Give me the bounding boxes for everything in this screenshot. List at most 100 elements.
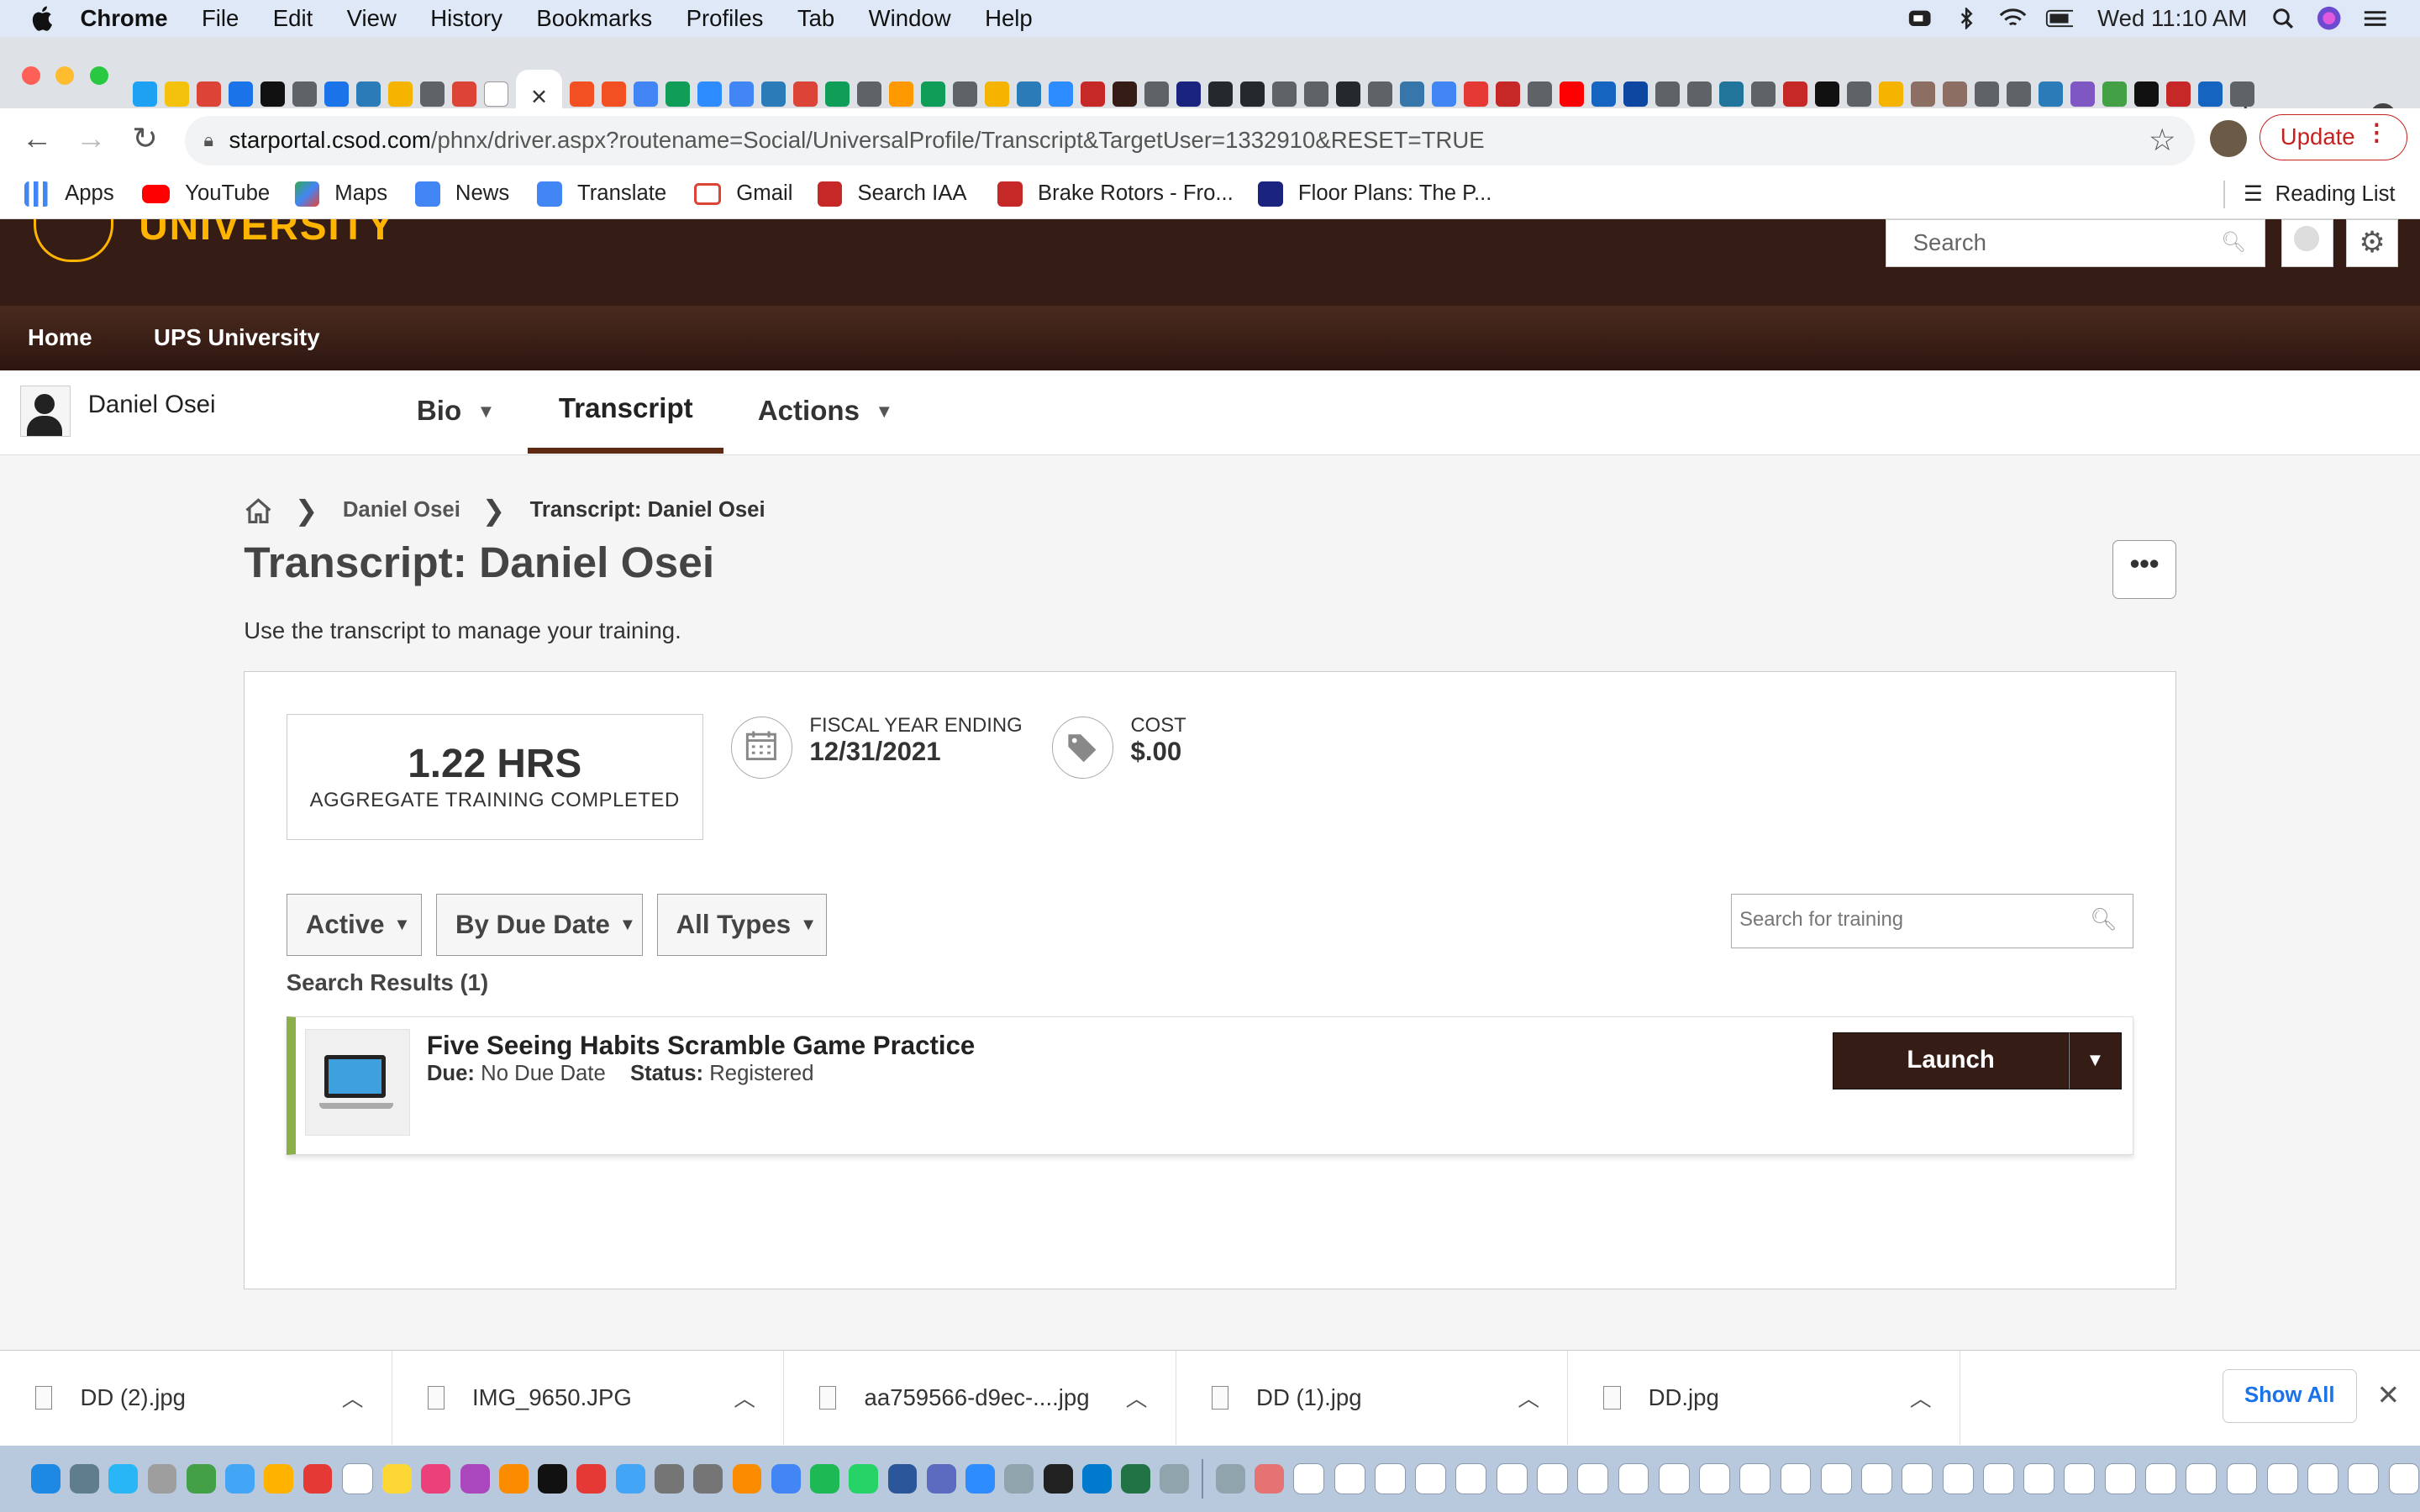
search-icon[interactable]: 🔍︎ (2221, 220, 2246, 265)
tab-favicon[interactable] (1335, 81, 1361, 107)
menu-view[interactable]: View (347, 5, 397, 32)
training-search-input[interactable]: Search for training 🔍︎ (1730, 894, 2134, 948)
dock-app-icon[interactable] (2064, 1463, 2096, 1494)
tab-favicon[interactable] (1080, 81, 1106, 107)
chevron-up-icon[interactable]: ︿ (1910, 1382, 1932, 1413)
dock-app-icon[interactable] (810, 1464, 839, 1494)
tab-favicon[interactable] (132, 81, 158, 107)
dock-app-icon[interactable] (732, 1464, 762, 1494)
chevron-up-icon[interactable]: ︿ (342, 1382, 364, 1413)
dock-app-icon[interactable] (302, 1464, 333, 1494)
tab-favicon[interactable] (355, 81, 381, 107)
dock-app-icon[interactable] (108, 1464, 139, 1494)
dock-app-icon[interactable] (2186, 1463, 2217, 1494)
dock-app-icon[interactable] (460, 1464, 490, 1494)
tab-favicon[interactable] (419, 81, 445, 107)
zoom-status-icon[interactable] (1907, 8, 1934, 29)
menu-bookmarks[interactable]: Bookmarks (536, 5, 652, 32)
bookmark-star-icon[interactable]: ☆ (2149, 122, 2176, 158)
bookmark-maps[interactable]: Maps (294, 181, 387, 207)
dock-app-icon[interactable] (576, 1464, 607, 1494)
dock-app-icon[interactable] (2348, 1463, 2380, 1494)
user-avatar[interactable] (19, 386, 71, 437)
tab-favicon[interactable] (2006, 81, 2032, 107)
dock-app-icon[interactable] (1160, 1464, 1190, 1494)
spotlight-search-icon[interactable] (2269, 8, 2296, 29)
tab-favicon[interactable] (920, 81, 946, 107)
dock-app-icon[interactable] (2226, 1463, 2258, 1494)
tab-favicon[interactable] (1239, 81, 1265, 107)
show-all-downloads-button[interactable]: Show All (2222, 1369, 2357, 1424)
tab-favicon[interactable] (1942, 81, 1968, 107)
window-minimize-button[interactable] (55, 66, 75, 85)
dock-app-icon[interactable] (382, 1464, 412, 1494)
menu-tab[interactable]: Tab (797, 5, 834, 32)
menubar-clock[interactable]: Wed 11:10 AM (2097, 5, 2247, 32)
launch-button[interactable]: Launch (1833, 1032, 2070, 1089)
download-item[interactable]: DD (2).jpg ︿ (0, 1351, 392, 1446)
training-list-item[interactable]: Five Seeing Habits Scramble Game Practic… (286, 1016, 2134, 1155)
tab-favicon[interactable] (760, 81, 786, 107)
global-search-input[interactable]: Search 🔍︎ (1886, 218, 2266, 267)
tab-favicon[interactable] (1591, 81, 1617, 107)
dock-app-icon[interactable] (498, 1464, 529, 1494)
status-filter-dropdown[interactable]: Active ▼ (286, 894, 423, 956)
menu-window[interactable]: Window (869, 5, 951, 32)
bluetooth-icon[interactable] (1953, 8, 1981, 29)
dock-app-icon[interactable] (1043, 1464, 1073, 1494)
launch-options-dropdown[interactable]: ▼ (2069, 1032, 2122, 1089)
dock-app-icon[interactable] (965, 1464, 995, 1494)
dock-app-icon[interactable] (849, 1464, 879, 1494)
tab-favicon[interactable] (324, 81, 350, 107)
window-close-button[interactable] (21, 66, 40, 85)
sort-dropdown[interactable]: By Due Date ▼ (435, 894, 644, 956)
dock-app-icon[interactable] (693, 1464, 723, 1494)
dock-app-icon[interactable] (1455, 1463, 1487, 1494)
tab-favicon[interactable] (1431, 81, 1457, 107)
dock-app-icon[interactable] (1374, 1463, 1406, 1494)
bookmark-youtube[interactable]: YouTube (141, 181, 270, 206)
battery-icon[interactable] (2045, 8, 2073, 29)
dock-app-icon[interactable] (2266, 1463, 2298, 1494)
tab-bio[interactable]: Bio ▼ (417, 370, 495, 454)
dock-app-icon[interactable] (30, 1464, 60, 1494)
dock-app-icon[interactable] (1215, 1464, 1245, 1494)
tab-favicon[interactable] (1750, 81, 1776, 107)
tab-favicon[interactable] (2229, 81, 2255, 107)
dock-app-icon[interactable] (1861, 1463, 1893, 1494)
tab-favicon[interactable] (1367, 81, 1393, 107)
tab-favicon[interactable] (1176, 81, 1202, 107)
dock-app-icon[interactable] (887, 1464, 918, 1494)
ups-shield-logo[interactable] (34, 218, 113, 262)
tab-favicon[interactable] (1623, 81, 1649, 107)
dock-app-icon[interactable] (1415, 1463, 1447, 1494)
tab-favicon[interactable] (2197, 81, 2223, 107)
tab-favicon[interactable] (1559, 81, 1585, 107)
dock-app-icon[interactable] (1699, 1463, 1730, 1494)
home-icon[interactable] (244, 496, 273, 525)
dock-app-icon[interactable] (1618, 1463, 1649, 1494)
dock-app-icon[interactable] (1982, 1463, 2014, 1494)
dock-app-icon[interactable] (147, 1464, 177, 1494)
reload-button[interactable]: ↻ (127, 120, 164, 157)
nav-home[interactable]: Home (28, 324, 92, 351)
tab-actions[interactable]: Actions ▼ (758, 370, 893, 454)
menu-file[interactable]: File (202, 5, 239, 32)
dock-app-icon[interactable] (1780, 1463, 1812, 1494)
menu-history[interactable]: History (430, 5, 502, 32)
tab-favicon[interactable] (1686, 81, 1712, 107)
tab-favicon[interactable] (1144, 81, 1170, 107)
tab-transcript[interactable]: Transcript (528, 370, 724, 454)
tab-favicon[interactable] (1112, 81, 1138, 107)
menu-profiles[interactable]: Profiles (687, 5, 764, 32)
bookmark-floor-plans[interactable]: Floor Plans: The P... (1258, 181, 1491, 207)
close-icon[interactable]: ✕ (2377, 1378, 2401, 1412)
update-button[interactable]: Update ⋮ (2259, 113, 2408, 160)
dock-app-icon[interactable] (341, 1463, 373, 1494)
tab-favicon[interactable] (665, 81, 691, 107)
tab-favicon[interactable] (1463, 81, 1489, 107)
search-icon[interactable]: 🔍︎ (2090, 895, 2118, 946)
bookmark-brake-rotors[interactable]: Brake Rotors - Fro... (997, 181, 1234, 207)
tab-favicon[interactable] (1910, 81, 1936, 107)
tab-favicon[interactable] (292, 81, 318, 107)
